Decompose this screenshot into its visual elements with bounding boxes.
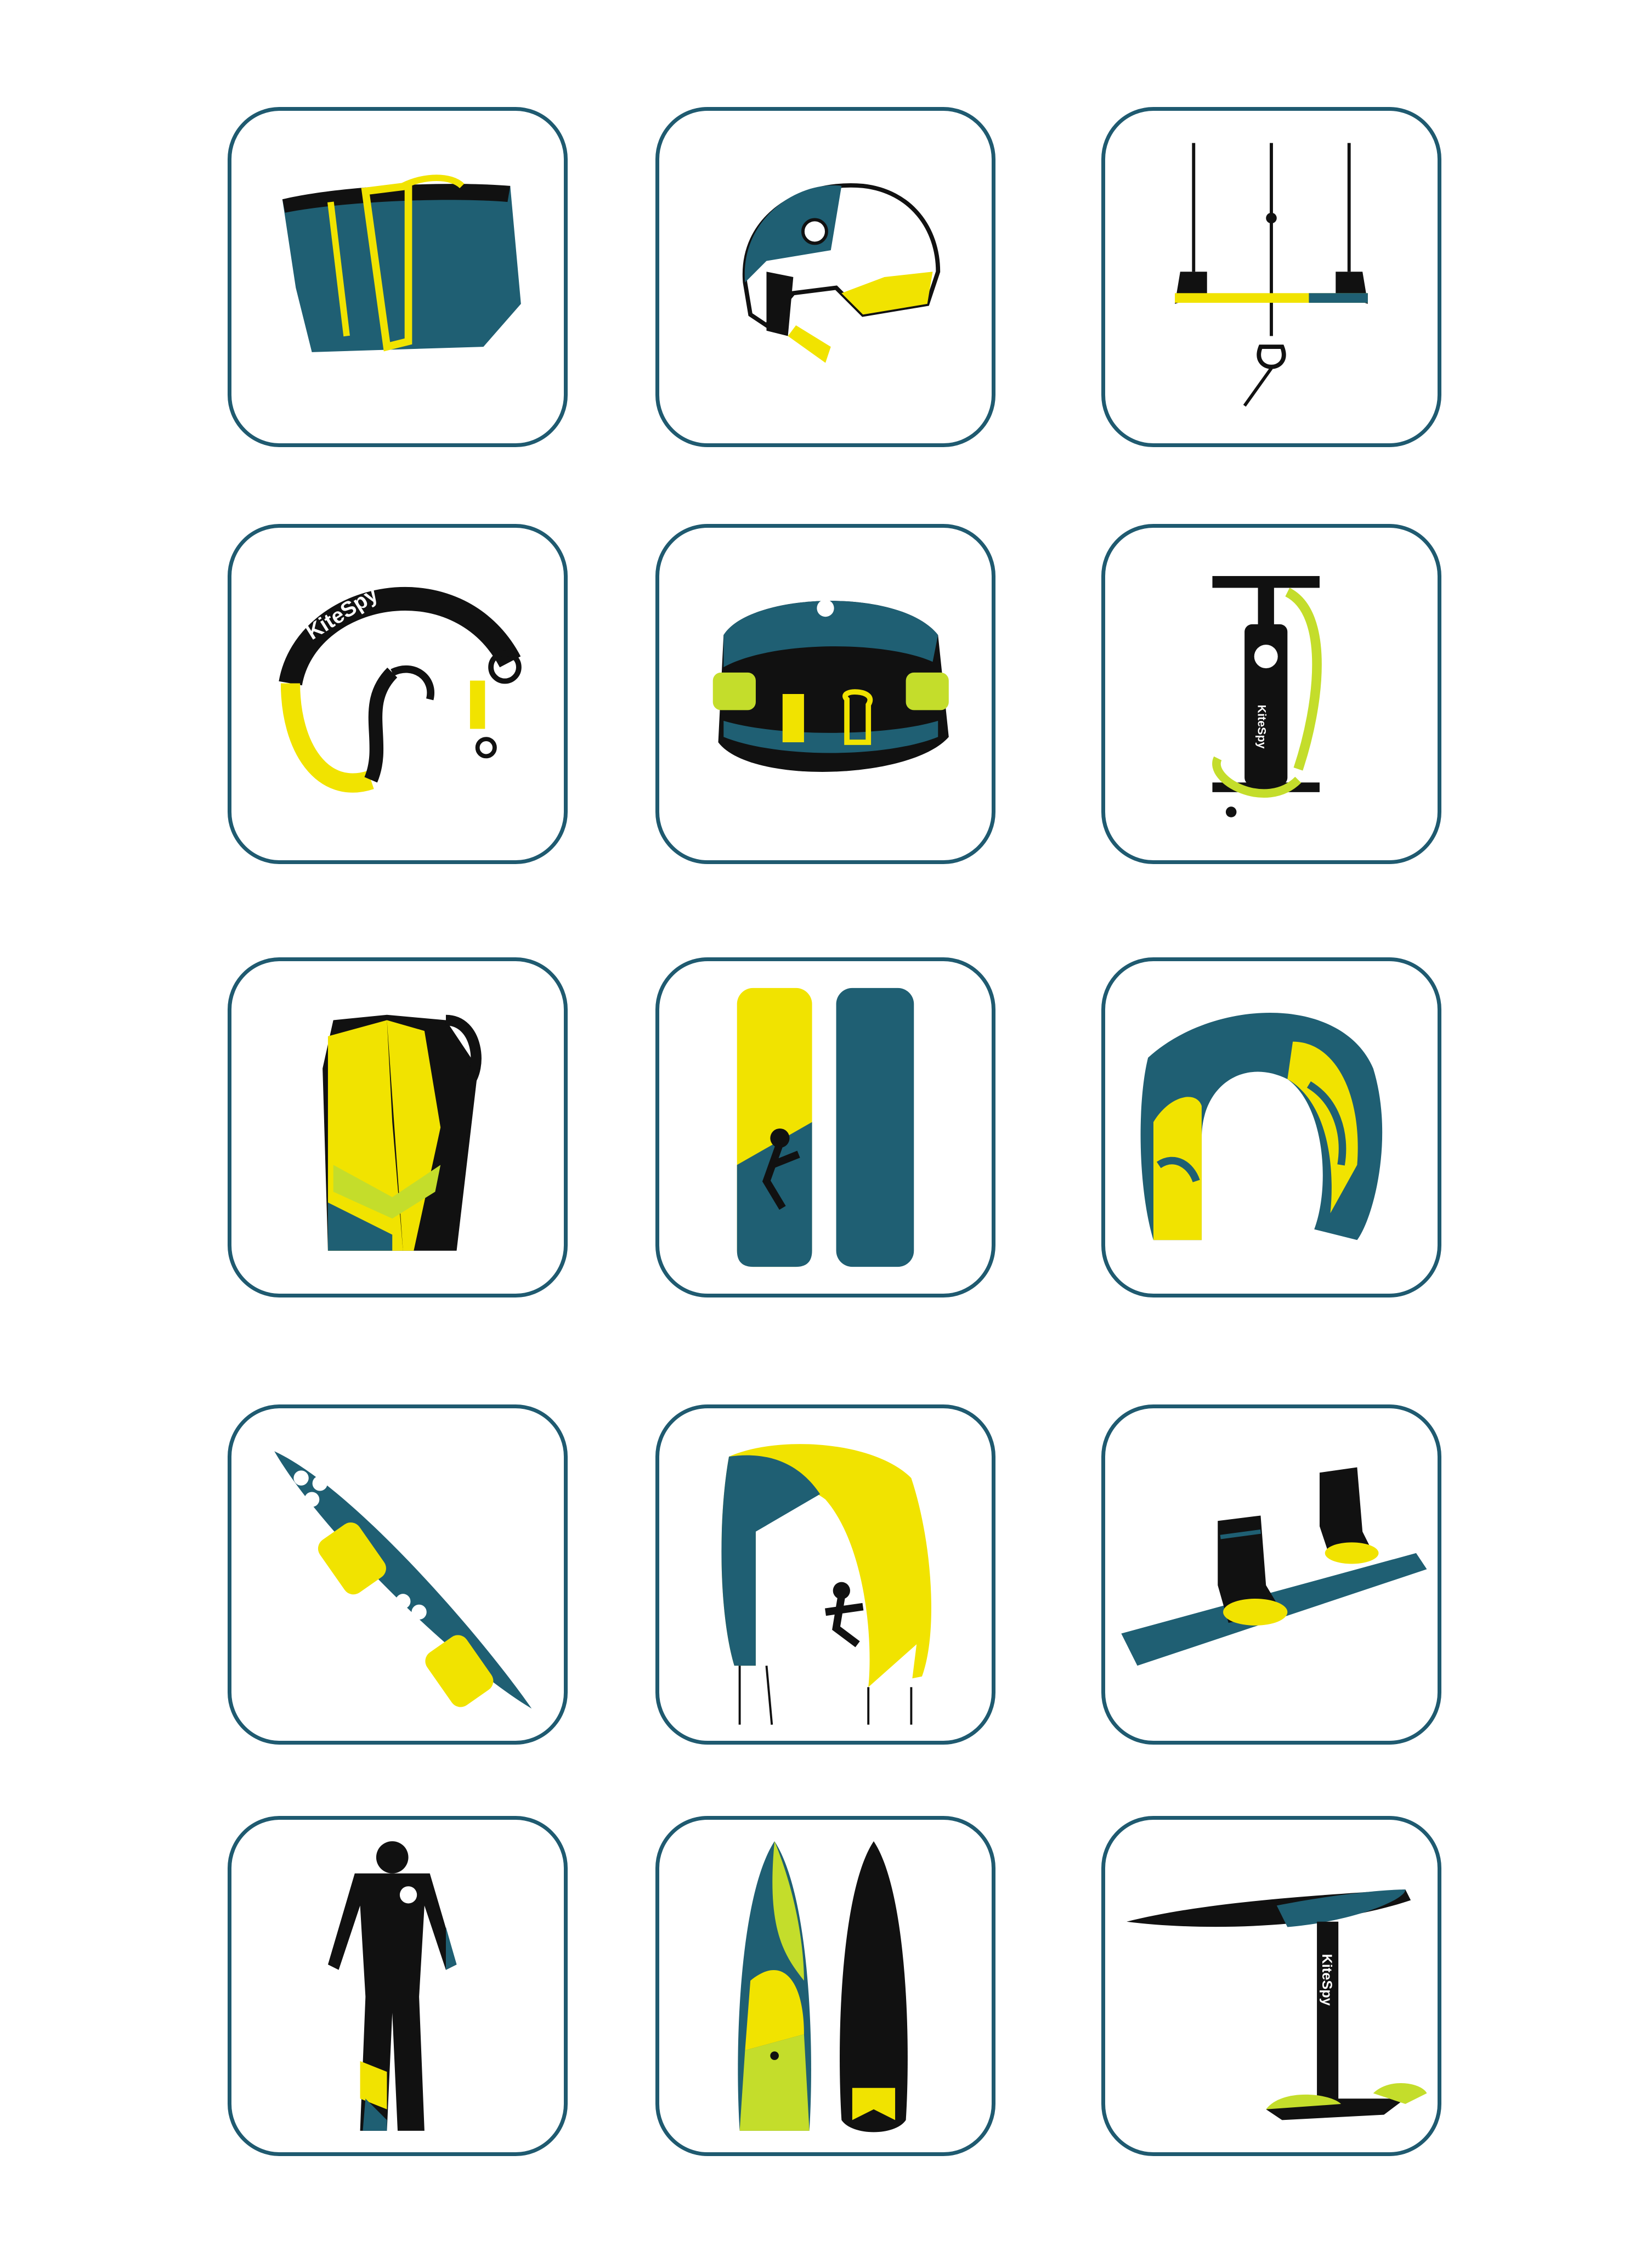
tile-kite-bag[interactable] <box>228 107 568 447</box>
pump-brand-text: KiteSpy <box>1255 705 1269 749</box>
board-leash-icon: KiteSpy <box>279 582 522 793</box>
tile-harness[interactable] <box>655 524 995 864</box>
tile-wakeboard-boots[interactable] <box>1101 1404 1441 1745</box>
impact-vest-icon <box>323 1014 482 1251</box>
tile-kite-with-rider[interactable] <box>655 1404 995 1745</box>
kite-icon <box>1140 1013 1383 1240</box>
mast-brand-text: KiteSpy <box>1319 1954 1334 2006</box>
surfboards-icon <box>738 1841 908 2132</box>
tile-twintip-boards[interactable] <box>655 957 995 1297</box>
surfboard-icon <box>274 1451 532 1709</box>
tile-impact-vest[interactable] <box>228 957 568 1297</box>
tile-kite[interactable] <box>1101 957 1441 1297</box>
pump-icon: KiteSpy <box>1212 576 1322 817</box>
tile-surfboard[interactable] <box>228 1404 568 1745</box>
control-bar-icon <box>1175 143 1368 407</box>
wetsuit-icon <box>327 1841 457 2131</box>
tile-board-leash[interactable]: KiteSpy <box>228 524 568 864</box>
tile-surfboards[interactable] <box>655 1816 995 2156</box>
tile-hydrofoil[interactable]: KiteSpy <box>1101 1816 1441 2156</box>
tile-wetsuit[interactable] <box>228 1816 568 2156</box>
hydrofoil-icon: KiteSpy <box>1127 1889 1427 2120</box>
wakeboard-boots-icon <box>1121 1467 1427 1666</box>
helmet-icon <box>742 183 941 363</box>
twintip-boards-icon <box>737 988 914 1267</box>
kite-bag-icon <box>282 174 521 352</box>
tile-pump[interactable]: KiteSpy <box>1101 524 1441 864</box>
kite-with-rider-icon <box>721 1444 931 1725</box>
tile-control-bar[interactable] <box>1101 107 1441 447</box>
tile-helmet[interactable] <box>655 107 995 447</box>
harness-icon <box>712 599 949 772</box>
